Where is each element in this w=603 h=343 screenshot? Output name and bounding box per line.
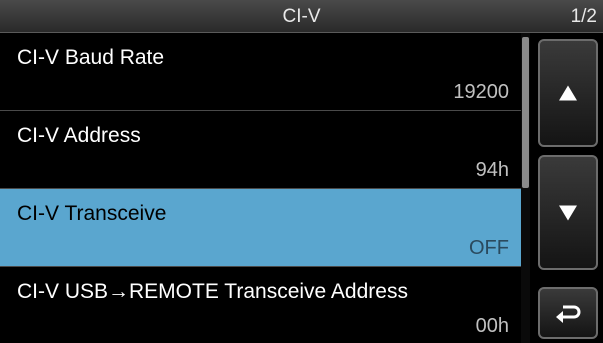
scroll-up-button[interactable]: [538, 39, 598, 147]
menu-item-label: CI-V Address: [17, 124, 141, 147]
menu-item-label: CI-V USB→REMOTE Transceive Address: [17, 280, 408, 303]
scrollbar[interactable]: [521, 33, 530, 343]
up-triangle-icon: [559, 85, 577, 101]
scroll-down-button[interactable]: [538, 155, 598, 270]
menu-item-value: OFF: [469, 237, 509, 259]
menu-item-value: 00h: [475, 315, 509, 337]
menu-item-civ-transceive[interactable]: CI-V Transceive OFF: [0, 189, 521, 267]
title-bar: CI-V 1/2: [0, 0, 603, 33]
menu-item-value: 94h: [475, 159, 509, 181]
menu-item-civ-baud-rate[interactable]: CI-V Baud Rate 19200: [0, 33, 521, 111]
return-arrow-icon: [556, 305, 581, 323]
menu-item-value: 19200: [453, 81, 509, 103]
menu-item-civ-address[interactable]: CI-V Address 94h: [0, 111, 521, 189]
down-triangle-icon: [559, 205, 577, 220]
menu-item-label: CI-V Transceive: [17, 202, 167, 225]
page-indicator: 1/2: [570, 6, 597, 27]
scrollbar-thumb[interactable]: [522, 37, 529, 188]
menu-item-civ-usb-remote-transceive-address[interactable]: CI-V USB→REMOTE Transceive Address 00h: [0, 267, 521, 343]
back-button[interactable]: [538, 287, 598, 339]
menu-list: CI-V Baud Rate 19200 CI-V Address 94h CI…: [0, 33, 521, 343]
menu-item-label: CI-V Baud Rate: [17, 46, 165, 69]
page-title: CI-V: [282, 6, 321, 27]
